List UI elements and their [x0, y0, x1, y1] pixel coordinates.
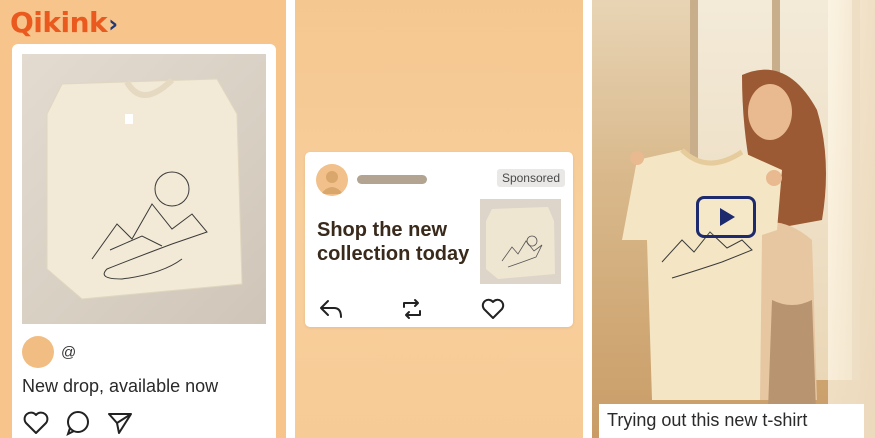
repost-icon[interactable]: [398, 295, 426, 323]
reply-icon[interactable]: [317, 295, 345, 323]
qikink-logo: Qikink›: [10, 6, 118, 39]
comment-icon[interactable]: [64, 409, 92, 437]
ad-headline: Shop the new collection today: [317, 219, 470, 265]
video-caption: Trying out this new t-shirt: [599, 404, 864, 438]
sponsored-ad-panel: Sponsored Shop the new collection today: [295, 0, 583, 438]
post-actions: [22, 409, 134, 437]
post-caption: New drop, available now: [22, 376, 219, 396]
tshirt-product-photo: [22, 54, 266, 324]
heart-icon[interactable]: [479, 295, 507, 323]
sponsored-badge: Sponsored: [496, 169, 565, 187]
social-post-card: @ New drop, available now: [12, 44, 276, 438]
play-button[interactable]: [696, 196, 756, 238]
folded-tshirt-thumbnail[interactable]: [480, 199, 561, 284]
ad-actions: [317, 295, 507, 323]
avatar[interactable]: [22, 336, 54, 368]
account-name-placeholder: [357, 175, 427, 184]
sponsored-post-card[interactable]: Sponsored Shop the new collection today: [305, 152, 573, 327]
user-handle[interactable]: @: [61, 344, 76, 361]
send-icon[interactable]: [106, 409, 134, 437]
avatar[interactable]: [316, 164, 348, 196]
video-post-panel: Trying out this new t-shirt: [592, 0, 875, 438]
instagram-post-panel: Qikink› @ New drop, available now: [0, 0, 286, 438]
heart-icon[interactable]: [22, 409, 50, 437]
